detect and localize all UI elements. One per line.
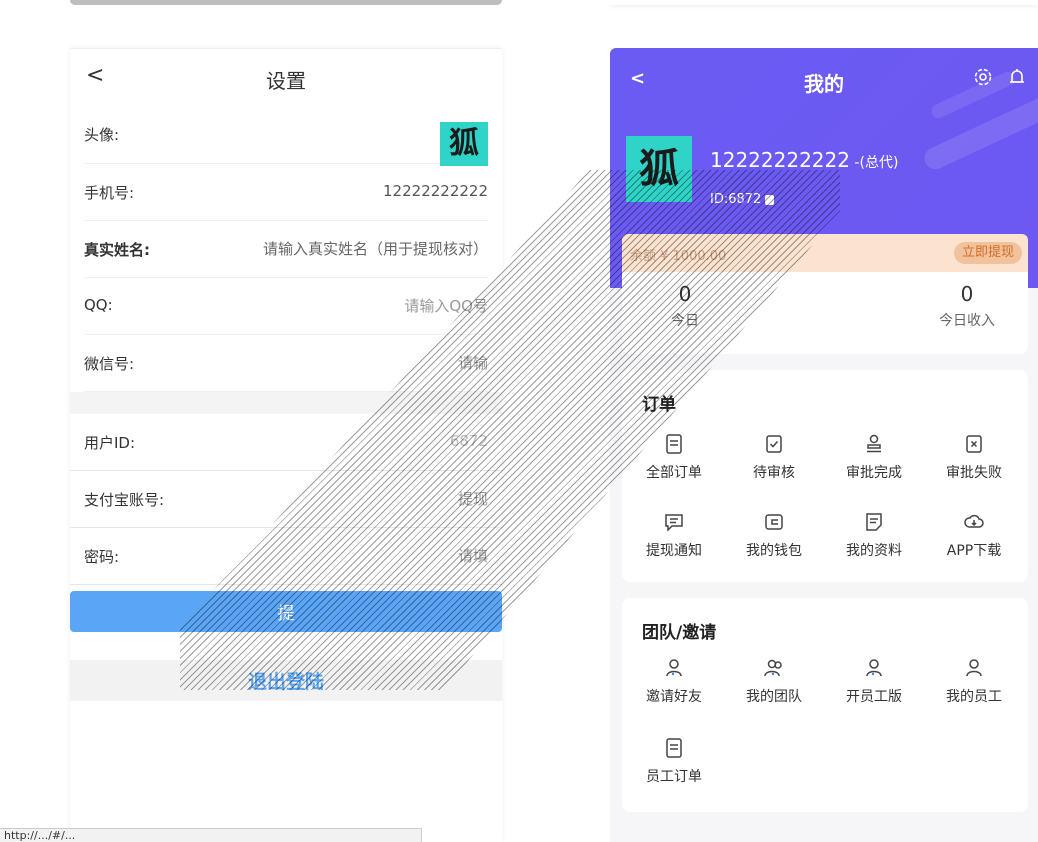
phone-label: 手机号:	[84, 184, 135, 202]
profile-doc-icon	[866, 513, 882, 531]
menu-staff-orders[interactable]: 员工订单	[624, 736, 724, 786]
phone-value: 12222222222	[383, 182, 488, 200]
qq-input[interactable]	[188, 288, 488, 324]
message-icon	[665, 514, 683, 532]
pending-review-icon	[766, 435, 782, 453]
menu-label: 我的钱包	[746, 543, 802, 559]
menu-label: APP下载	[946, 543, 1002, 559]
password-input[interactable]	[188, 538, 488, 574]
page: < 设置 头像: 狐 手机号: 12222222222 真实姓名: QQ: 微信…	[0, 0, 1038, 842]
rejected-icon	[966, 435, 982, 453]
avatar[interactable]: 狐	[626, 136, 692, 202]
realname-input[interactable]	[188, 231, 488, 267]
previous-card-edge	[70, 0, 502, 5]
stats-card: 0 今日 0 今日收入	[622, 272, 1028, 354]
bell-icon[interactable]	[1006, 66, 1028, 88]
wechat-label: 微信号:	[84, 355, 135, 373]
previous-card-edge-right	[610, 0, 1038, 5]
menu-app-download[interactable]: APP下载	[924, 510, 1024, 560]
alipay-input[interactable]	[188, 481, 488, 517]
userid-row: 用户ID: 6872	[70, 414, 502, 471]
orders-card: 订单 全部订单 待审核 审批完成 审批失败 提现通知 我的钱包 我的资料 APP…	[622, 370, 1028, 582]
menu-label: 我的团队	[746, 689, 802, 705]
realname-row: 真实姓名:	[84, 221, 488, 278]
userid-label: 用户ID:	[84, 434, 136, 452]
menu-profile[interactable]: 我的资料	[824, 510, 924, 560]
menu-label: 审批完成	[846, 465, 902, 481]
menu-label: 员工订单	[646, 769, 702, 785]
balance-bar: 余额 ¥ 1000.00 立即提现	[622, 234, 1028, 272]
qq-row: QQ:	[84, 278, 488, 335]
invite-friend-icon	[666, 659, 682, 677]
menu-invite-friend[interactable]: 邀请好友	[624, 656, 724, 706]
orders-title: 订单	[642, 395, 676, 415]
stat-today: 0 今日	[630, 282, 740, 330]
wechat-input[interactable]	[188, 345, 488, 381]
menu-my-staff[interactable]: 我的员工	[924, 656, 1024, 706]
menu-open-staff[interactable]: 开员工版	[824, 656, 924, 706]
order-list-icon	[666, 434, 682, 454]
menu-rejected[interactable]: 审批失败	[924, 432, 1024, 482]
logout-button[interactable]: 退出登陆	[70, 660, 502, 701]
phone-row: 手机号: 12222222222	[84, 164, 488, 221]
menu-pending[interactable]: 待审核	[724, 432, 824, 482]
avatar[interactable]: 狐	[440, 122, 488, 166]
stat-label: 今日	[671, 313, 699, 329]
status-bar-url: http://.../#/...	[0, 828, 422, 842]
alipay-label: 支付宝账号:	[84, 491, 165, 509]
balance-text: 余额 ¥ 1000.00	[630, 249, 727, 264]
alipay-row: 支付宝账号:	[70, 471, 502, 528]
menu-label: 待审核	[753, 465, 795, 481]
menu-my-team[interactable]: 我的团队	[724, 656, 824, 706]
password-label: 密码:	[84, 548, 120, 566]
stat-label: 今日收入	[939, 313, 995, 329]
team-icon	[764, 659, 782, 677]
userid-value: 6872	[449, 432, 488, 450]
avatar-row[interactable]: 头像: 狐	[84, 106, 488, 166]
settings-header: < 设置	[70, 48, 502, 106]
cloud-download-icon	[964, 514, 984, 528]
team-card: 团队/邀请 邀请好友 我的团队 开员工版 我的员工 员工订单	[622, 598, 1028, 812]
avatar-label: 头像:	[84, 126, 120, 144]
menu-withdraw-notice[interactable]: 提现通知	[624, 510, 724, 560]
menu-all-orders[interactable]: 全部订单	[624, 432, 724, 482]
wallet-icon	[765, 514, 783, 530]
menu-label: 提现通知	[646, 543, 702, 559]
menu-label: 我的资料	[846, 543, 902, 559]
realname-label: 真实姓名:	[84, 241, 150, 259]
stat-value: 0	[960, 282, 974, 306]
user-id-text: ID:6872	[710, 192, 762, 207]
stat-today-income: 0 今日收入	[912, 282, 1022, 330]
copy-icon[interactable]	[765, 194, 775, 205]
settings-panel: < 设置 头像: 狐 手机号: 12222222222 真实姓名: QQ: 微信…	[70, 48, 502, 842]
save-button[interactable]: 提	[70, 591, 502, 632]
staff-icon	[966, 659, 982, 677]
wechat-row: 微信号:	[84, 335, 488, 392]
menu-approved[interactable]: 审批完成	[824, 432, 924, 482]
menu-wallet[interactable]: 我的钱包	[724, 510, 824, 560]
stat-value: 0	[678, 282, 692, 306]
password-row: 密码:	[70, 528, 502, 585]
menu-label: 开员工版	[846, 689, 902, 705]
mine-panel: < 我的 狐 12222222222 -(总代) ID:6872 余额 ¥ 10…	[610, 48, 1038, 842]
role-text: -(总代)	[849, 155, 899, 171]
section-divider	[70, 392, 502, 414]
staff-open-icon	[866, 659, 882, 677]
page-title: 设置	[266, 69, 306, 93]
menu-label: 邀请好友	[646, 689, 702, 705]
team-title: 团队/邀请	[642, 623, 717, 643]
staff-order-icon	[666, 738, 682, 758]
withdraw-button[interactable]: 立即提现	[953, 242, 1022, 264]
qq-label: QQ:	[84, 296, 113, 314]
menu-label: 我的员工	[946, 689, 1002, 705]
phone-text: 12222222222	[710, 148, 850, 172]
user-phone: 12222222222 -(总代)	[710, 148, 898, 172]
stamp-icon	[867, 434, 881, 453]
menu-label: 审批失败	[946, 465, 1002, 481]
menu-label: 全部订单	[646, 465, 702, 481]
user-id: ID:6872	[710, 192, 775, 207]
settings-gear-icon[interactable]	[972, 66, 994, 88]
